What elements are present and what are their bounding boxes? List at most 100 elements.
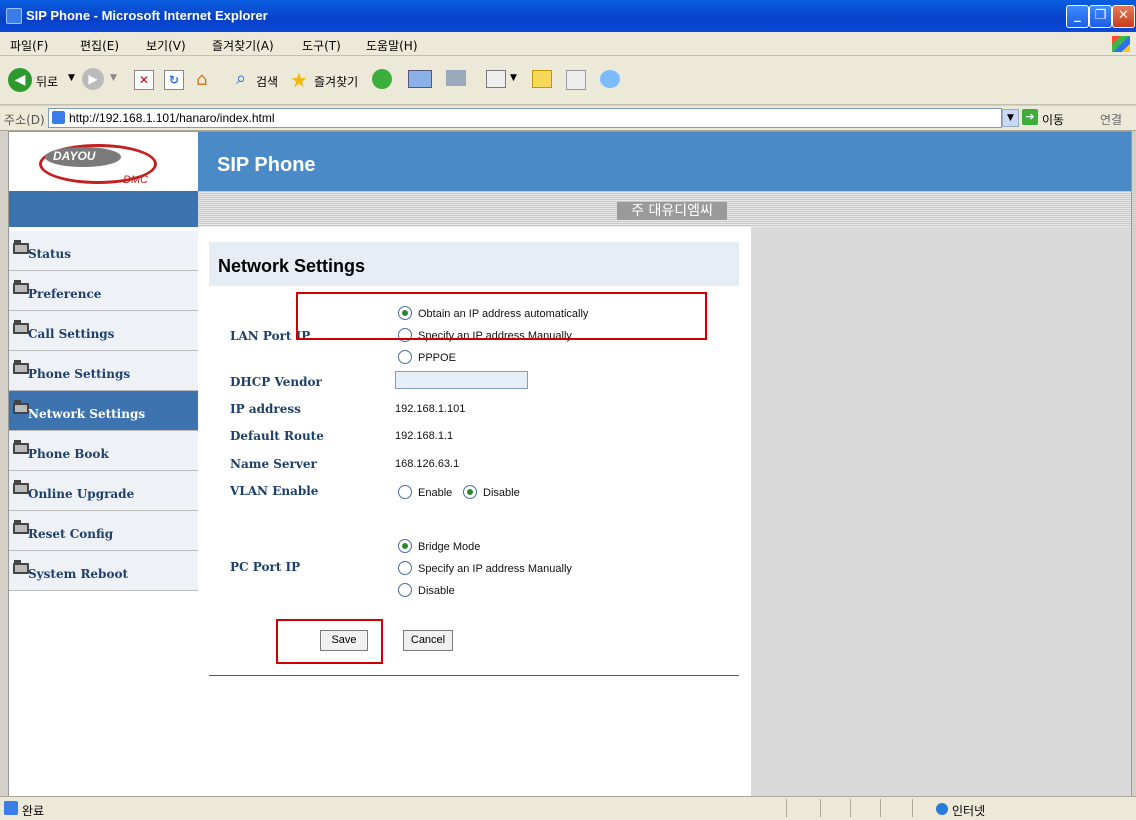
ip-address-label: IP address [230, 402, 301, 416]
messenger-icon[interactable] [600, 70, 620, 88]
sidebar-item-label: Preference [28, 287, 102, 301]
folder-icon [13, 560, 29, 574]
menu-tools[interactable]: 도구(T) [302, 37, 341, 54]
pc-bridge-label: Bridge Mode [418, 541, 481, 553]
folder-icon [13, 360, 29, 374]
back-arrow-icon[interactable]: ◀ [8, 68, 32, 92]
print-icon[interactable] [446, 70, 466, 86]
forward-arrow-icon[interactable]: ▶ [82, 68, 104, 90]
cancel-button[interactable]: Cancel [403, 630, 453, 651]
highlight-box-save [276, 619, 383, 664]
menu-file[interactable]: 파일(F) [10, 37, 48, 54]
dhcp-vendor-label: DHCP Vendor [230, 375, 322, 389]
page-title: Network Settings [218, 256, 366, 276]
folder-icon [13, 280, 29, 294]
sidebar-header [9, 191, 198, 227]
status-text: 완료 [22, 804, 45, 818]
default-route-label: Default Route [230, 429, 324, 443]
window-title-bar: SIP Phone - Microsoft Internet Explorer … [0, 0, 1136, 32]
sidebar-item-system-reboot[interactable]: System Reboot [9, 551, 198, 591]
sidebar-item-preference[interactable]: Preference [9, 271, 198, 311]
menu-help[interactable]: 도움말(H) [366, 37, 418, 54]
search-label[interactable]: 검색 [256, 73, 278, 90]
restore-button[interactable]: ❐ [1089, 5, 1112, 28]
header-banner: SIP Phone [198, 132, 1131, 191]
app-title: SIP Phone [217, 154, 316, 176]
name-server-value: 168.126.63.1 [395, 458, 460, 470]
address-bar: 주소(D) http://192.168.1.101/hanaro/index.… [0, 106, 1136, 131]
go-arrow-icon[interactable]: ➔ [1022, 109, 1038, 125]
menu-edit[interactable]: 편집(E) [80, 37, 119, 54]
favorites-label[interactable]: 즐겨찾기 [314, 73, 358, 90]
sidebar-item-online-upgrade[interactable]: Online Upgrade [9, 471, 198, 511]
sidebar-item-reset-config[interactable]: Reset Config [9, 511, 198, 551]
sidebar-item-phone-book[interactable]: Phone Book [9, 431, 198, 471]
back-dropdown-icon[interactable]: ▼ [68, 73, 75, 83]
menu-view[interactable]: 보기(V) [146, 37, 186, 54]
folder-icon [13, 480, 29, 494]
pc-disable-radio[interactable] [398, 583, 412, 597]
security-zone: 인터넷 [952, 804, 986, 818]
history-icon[interactable] [372, 69, 392, 89]
lan-pppoe-radio[interactable] [398, 350, 412, 364]
refresh-icon[interactable]: ↻ [164, 70, 184, 90]
vlan-enable-radio[interactable] [398, 485, 412, 499]
address-label: 주소(D) [4, 113, 45, 127]
folder-icon [13, 400, 29, 414]
section-title-bar: Network Settings [209, 242, 739, 286]
logo-sub: DMC [123, 174, 149, 186]
pc-manual-label: Specify an IP address Manually [418, 563, 572, 575]
edit-dropdown-icon[interactable]: ▼ [510, 73, 517, 83]
page-viewport: DAYOU DMC SIP Phone 주 대유디엠씨 Status Prefe… [8, 131, 1132, 797]
back-label[interactable]: 뒤로 [36, 73, 58, 90]
research-icon[interactable] [566, 70, 586, 90]
pc-manual-radio[interactable] [398, 561, 412, 575]
mail-icon[interactable] [408, 70, 432, 88]
sidebar-item-network-settings[interactable]: Network Settings [9, 391, 198, 431]
address-input[interactable]: http://192.168.1.101/hanaro/index.html [48, 108, 1002, 128]
pc-disable-label: Disable [418, 585, 455, 597]
dhcp-vendor-input[interactable] [395, 371, 528, 389]
links-label[interactable]: 연결 [1100, 111, 1122, 128]
vlan-enable-label: VLAN Enable [230, 484, 319, 498]
highlight-box-lan [296, 292, 707, 340]
window-title: SIP Phone - Microsoft Internet Explorer [26, 8, 268, 23]
toolbar: ◀ 뒤로 ▼ ▶ ▼ ✕ ↻ ⌂ ⌕ 검색 ★ 즐겨찾기 ▼ [0, 56, 1136, 105]
folder-icon [13, 240, 29, 254]
status-bar: 완료 인터넷 [0, 796, 1136, 820]
sidebar-item-call-settings[interactable]: Call Settings [9, 311, 198, 351]
company-name: 주 대유디엠씨 [617, 202, 727, 220]
address-dropdown-icon[interactable]: ▼ [1002, 109, 1019, 127]
discuss-icon[interactable] [532, 70, 552, 88]
sidebar-item-label: Phone Book [28, 447, 109, 461]
name-server-label: Name Server [230, 457, 317, 471]
page-icon [52, 111, 65, 124]
vlan-disable-option-label: Disable [483, 487, 520, 499]
edit-icon[interactable] [486, 70, 506, 88]
sidebar-item-label: Phone Settings [28, 367, 131, 381]
vlan-disable-radio[interactable] [463, 485, 477, 499]
default-route-value: 192.168.1.1 [395, 430, 454, 442]
page-done-icon [4, 801, 18, 815]
menu-favorites[interactable]: 즐겨찾기(A) [212, 37, 274, 54]
go-button[interactable]: 이동 [1042, 111, 1064, 128]
sidebar-item-label: Online Upgrade [28, 487, 135, 501]
form-divider [209, 675, 739, 676]
pc-bridge-radio[interactable] [398, 539, 412, 553]
sidebar-item-phone-settings[interactable]: Phone Settings [9, 351, 198, 391]
home-icon[interactable]: ⌂ [196, 69, 207, 90]
minimize-button[interactable]: _ [1066, 5, 1089, 28]
logo-text: DAYOU [53, 149, 96, 163]
address-url[interactable]: http://192.168.1.101/hanaro/index.html [69, 111, 274, 125]
sidebar-item-label: Reset Config [28, 527, 114, 541]
search-icon[interactable]: ⌕ [236, 68, 246, 89]
ie-icon [6, 8, 22, 24]
sidebar-item-label: Call Settings [28, 327, 115, 341]
forward-dropdown-icon[interactable]: ▼ [110, 73, 117, 83]
folder-icon [13, 520, 29, 534]
stop-icon[interactable]: ✕ [134, 70, 154, 90]
sidebar-item-status[interactable]: Status [9, 231, 198, 271]
favorites-star-icon[interactable]: ★ [290, 68, 308, 92]
ip-address-value: 192.168.1.101 [395, 403, 466, 415]
close-button[interactable]: ✕ [1112, 5, 1135, 28]
